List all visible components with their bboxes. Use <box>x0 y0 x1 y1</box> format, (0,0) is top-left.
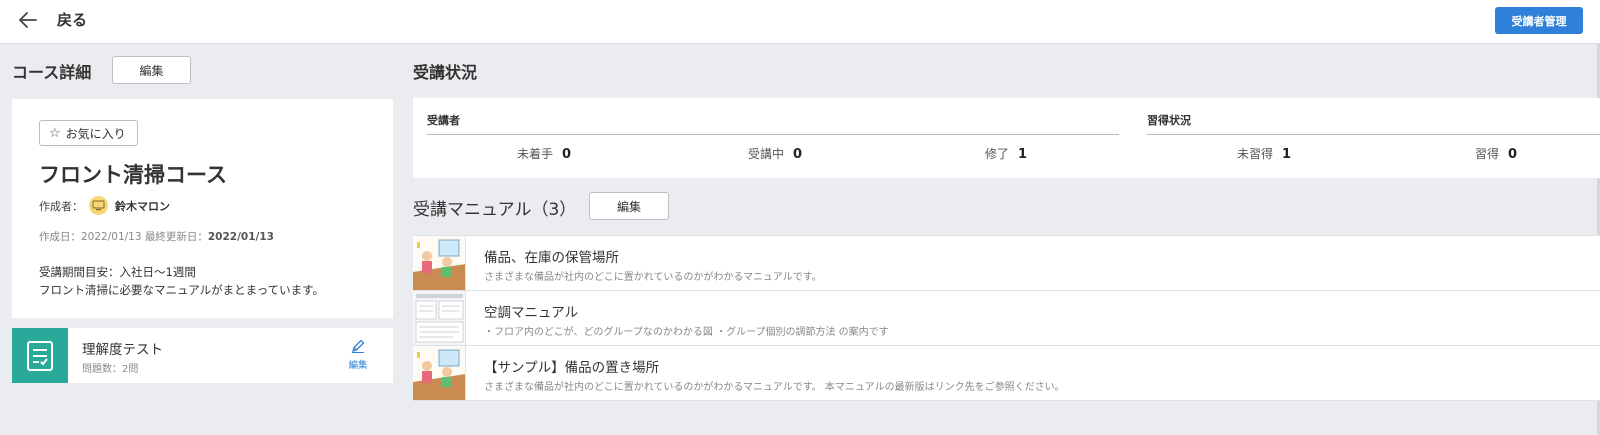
learning-status-title: 受講状況 <box>413 63 478 82</box>
manual-item[interactable]: 空調マニュアル ・フロア内のどこが、どのグループなのかわかる図 ・グループ個別の… <box>413 291 1600 346</box>
author-name: 鈴木マロン <box>115 199 170 213</box>
manual-title: 【サンプル】備品の置き場所 <box>484 360 660 376</box>
manuals-title: 受講マニュアル（3） <box>413 200 577 220</box>
stat-label: 未習得 <box>1237 147 1274 161</box>
description-line: 受講期間目安：入社日〜1週間 <box>39 265 196 279</box>
back-arrow-icon[interactable] <box>16 8 40 32</box>
divider <box>427 134 1119 135</box>
stat-value: 1 <box>1282 147 1292 162</box>
course-description: 受講期間目安：入社日〜1週間 フロント清掃に必要なマニュアルがまとまっています。 <box>39 263 324 299</box>
document-preview-thumbnail <box>413 291 466 345</box>
test-question-count: 問題数：2問 <box>82 364 139 375</box>
test-edit-label: 編集 <box>348 360 368 371</box>
stat-not-mastered: 未習得 1 <box>1237 145 1291 162</box>
course-detail-title: コース詳細 <box>12 63 92 82</box>
stat-label: 習得 <box>1475 147 1500 161</box>
stat-value: 0 <box>793 147 803 162</box>
stat-value: 1 <box>1018 147 1028 162</box>
office-illustration-thumbnail <box>413 236 466 290</box>
course-card: ☆ お気に入り フロント清掃コース 作成者： 鈴木マロン 作成日：2022/01… <box>12 99 393 318</box>
favorite-label: お気に入り <box>65 126 126 141</box>
stat-not-started: 未着手 0 <box>517 145 571 162</box>
manual-title: 備品、在庫の保管場所 <box>484 250 619 266</box>
pencil-icon <box>350 338 366 357</box>
test-title: 理解度テスト <box>82 342 163 358</box>
author-label: 作成者： <box>39 199 83 213</box>
manual-description: さまざまな備品が社内のどこに置かれているのかがわかるマニュアルです。 <box>484 272 822 283</box>
stat-label: 修了 <box>985 147 1010 161</box>
favorite-button[interactable]: ☆ お気に入り <box>39 120 138 146</box>
stat-value: 0 <box>1508 147 1518 162</box>
author-row: 作成者： 鈴木マロン <box>39 196 170 215</box>
test-edit-button[interactable]: 編集 <box>342 338 374 371</box>
learner-management-button[interactable]: 受講者管理 <box>1495 7 1583 34</box>
stat-label: 未着手 <box>517 147 554 161</box>
back-link[interactable]: 戻る <box>57 9 87 30</box>
divider <box>1147 134 1600 135</box>
stat-label: 受講中 <box>748 147 785 161</box>
course-title: フロント清掃コース <box>39 163 227 187</box>
office-illustration-thumbnail <box>413 346 466 400</box>
comprehension-test-card[interactable]: 理解度テスト 問題数：2問 編集 <box>12 328 393 383</box>
learning-status-card: 受講者 習得状況 未着手 0 受講中 0 修了 1 未習得 1 習得 0 <box>413 98 1600 178</box>
updated-date: 2022/01/13 <box>207 231 274 243</box>
test-checklist-icon <box>12 328 68 383</box>
manual-list: 備品、在庫の保管場所 さまざまな備品が社内のどこに置かれているのかがわかるマニュ… <box>413 235 1600 401</box>
manual-title: 空調マニュアル <box>484 305 579 321</box>
learners-label: 受講者 <box>427 114 460 127</box>
course-edit-button[interactable]: 編集 <box>112 56 191 84</box>
manual-item[interactable]: 【サンプル】備品の置き場所 さまざまな備品が社内のどこに置かれているのかがわかる… <box>413 346 1600 401</box>
mastery-label: 習得状況 <box>1147 114 1191 127</box>
avatar <box>89 196 108 215</box>
stat-mastered: 習得 0 <box>1475 145 1517 162</box>
description-line: フロント清掃に必要なマニュアルがまとまっています。 <box>39 283 324 297</box>
stat-completed: 修了 1 <box>985 145 1027 162</box>
stat-in-progress: 受講中 0 <box>748 145 802 162</box>
manual-description: さまざまな備品が社内のどこに置かれているのかがわかるマニュアルです。 本マニュア… <box>484 382 1065 393</box>
manuals-edit-button[interactable]: 編集 <box>589 192 669 220</box>
top-bar: 戻る 受講者管理 <box>0 0 1600 44</box>
created-date: 作成日：2022/01/13 最終更新日： <box>39 231 208 243</box>
manual-item[interactable]: 備品、在庫の保管場所 さまざまな備品が社内のどこに置かれているのかがわかるマニュ… <box>413 236 1600 291</box>
stat-value: 0 <box>562 147 572 162</box>
dates: 作成日：2022/01/13 最終更新日：2022/01/13 <box>39 229 274 244</box>
manual-description: ・フロア内のどこが、どのグループなのかわかる図 ・グループ個別の調節方法 の案内… <box>484 327 889 338</box>
star-icon: ☆ <box>49 125 61 141</box>
